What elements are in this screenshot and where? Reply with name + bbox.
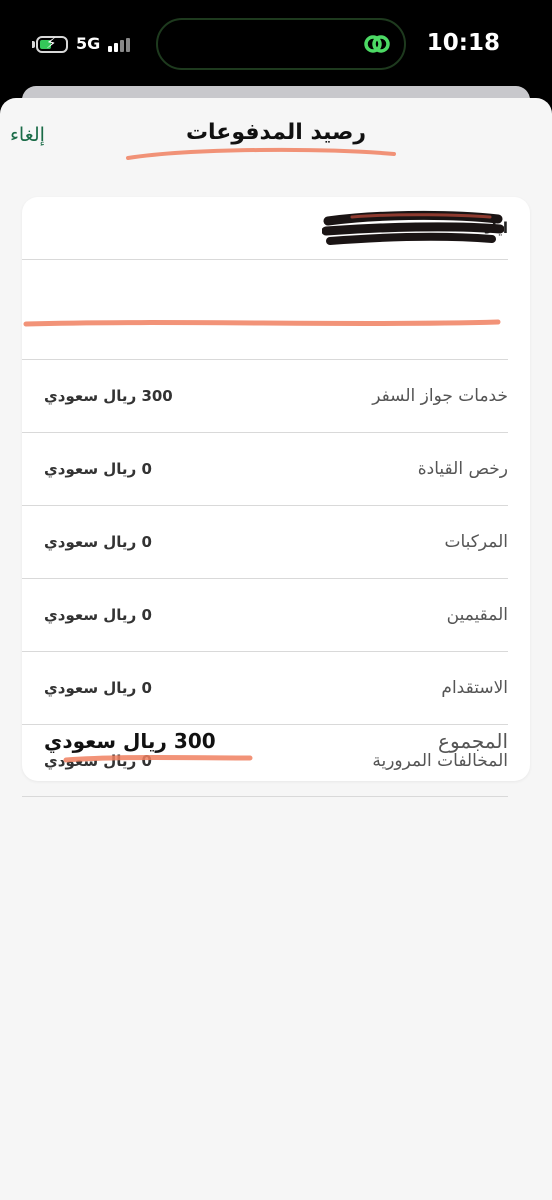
balance-row[interactable]: رخص القيادة 0 ريال سعودي [22,433,530,505]
account-name-row: اياد [22,197,530,259]
link-icon [364,35,390,53]
total-amount: 300 ريال سعودي [44,729,216,753]
dynamic-island [156,18,406,70]
balance-row[interactable]: المقيمين 0 ريال سعودي [22,579,530,651]
service-label: المركبات [444,532,508,552]
divider [22,796,508,797]
balance-card: اياد خدمات جواز السفر 300 ريال سعودي رخص… [22,197,530,797]
balance-row[interactable]: المركبات 0 ريال سعودي [22,506,530,578]
battery-icon: ⚡ [36,34,68,53]
total-label: المجموع [438,729,508,753]
service-amount: 0 ريال سعودي [44,533,152,551]
redaction-scribble [322,210,504,245]
clock: 10:18 [426,30,500,56]
divider [22,259,508,260]
service-amount: 0 ريال سعودي [44,460,152,478]
highlight-underline [126,147,396,160]
payment-balance-sheet: إلغاء رصيد المدفوعات اياد خدمات جواز الس… [0,98,552,1200]
status-bar: ⚡ 5G 10:18 [0,0,552,90]
page-title: رصيد المدفوعات [185,120,367,145]
network-label: 5G [76,34,101,53]
service-amount: 0 ريال سعودي [44,606,152,624]
total-row: المجموع 300 ريال سعودي [22,698,530,784]
service-label: رخص القيادة [417,459,508,479]
highlight-underline [23,319,501,327]
service-amount: 300 ريال سعودي [44,387,173,405]
signal-icon [108,38,134,52]
balance-row[interactable]: خدمات جواز السفر 300 ريال سعودي [22,360,530,432]
highlight-underline [63,755,253,763]
service-label: خدمات جواز السفر [372,386,508,406]
service-label: المقيمين [446,605,508,625]
